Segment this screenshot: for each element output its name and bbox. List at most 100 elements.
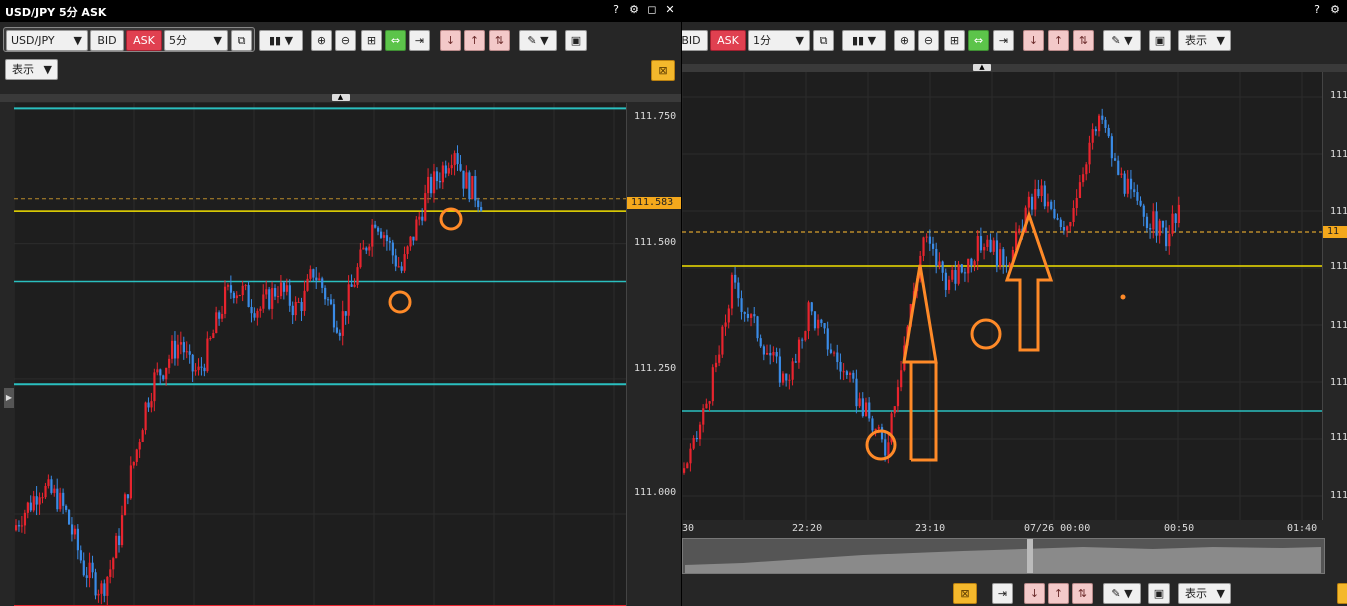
overview-navigator[interactable] — [682, 538, 1325, 574]
candle-body — [935, 248, 938, 266]
panel-toggle-icon[interactable]: ⊠ — [953, 583, 977, 604]
right-chart-window: ? ⚙ BID ASK 1分 ▼ ⧉ ▮▮ ▼ ⊕ ⊖ ⊞ ⇔ ⇥ ↓ ↑ ⇅ ✎… — [682, 0, 1347, 606]
display-menu-button-bottom[interactable]: 表示 ▼ — [1178, 583, 1231, 604]
link-window-icon[interactable]: ⧉ — [813, 30, 834, 51]
candle-body — [887, 442, 890, 456]
candle-body — [129, 465, 132, 499]
candle-body — [1034, 189, 1037, 210]
order-buy-icon[interactable]: ↓ — [1023, 30, 1044, 51]
scroll-end-icon[interactable]: ⇥ — [992, 583, 1013, 604]
candle-body — [1133, 189, 1136, 193]
left-sidebar-handle[interactable]: ▶ — [4, 388, 14, 408]
left-chart-canvas[interactable] — [13, 103, 626, 606]
candle-body — [312, 269, 315, 278]
panel-toggle-icon-right[interactable] — [1337, 583, 1347, 604]
timeframe-select[interactable]: 1分 ▼ — [748, 30, 810, 51]
right-chart-canvas[interactable] — [682, 72, 1322, 520]
candle-body — [1091, 129, 1094, 143]
candle-body — [807, 302, 810, 332]
screenshot-icon[interactable]: ▣ — [565, 30, 587, 51]
scroll-end-icon[interactable]: ⇥ — [993, 30, 1014, 51]
draw-tool-select[interactable]: ✎ ▼ — [1103, 583, 1141, 604]
left-price-chart[interactable] — [13, 103, 626, 606]
scroll-end-icon[interactable]: ⇥ — [409, 30, 430, 51]
candle-body — [88, 562, 91, 578]
price-tick: 111 — [1330, 320, 1347, 331]
order-sell-icon[interactable]: ↑ — [464, 30, 485, 51]
zoom-in-icon[interactable]: ⊕ — [894, 30, 915, 51]
draw-tool-select[interactable]: ✎ ▼ — [1103, 30, 1141, 51]
screenshot-icon[interactable]: ▣ — [1149, 30, 1171, 51]
restore-icon[interactable]: ◻ — [646, 3, 658, 16]
candle-body — [986, 239, 989, 247]
candle-body — [820, 319, 823, 324]
help-icon[interactable]: ? — [1311, 3, 1323, 16]
right-titlebar: ? ⚙ — [682, 0, 1347, 22]
draw-tool-select[interactable]: ✎ ▼ — [519, 30, 557, 51]
candle-body — [262, 294, 265, 309]
left-price-axis: 111.750 111.500 111.250 111.000 111.583 — [626, 103, 681, 606]
fit-width-icon[interactable]: ⇔ — [385, 30, 406, 51]
candle-body — [932, 243, 935, 249]
candle-body — [1059, 219, 1062, 228]
gear-icon[interactable]: ⚙ — [1329, 3, 1341, 16]
timeframe-value: 5分 — [169, 34, 187, 47]
candle-body — [147, 402, 150, 408]
order-sell-icon[interactable]: ↑ — [1048, 30, 1069, 51]
chart-type-select[interactable]: ▮▮ ▼ — [842, 30, 886, 51]
order-settle-icon[interactable]: ⇅ — [1073, 30, 1094, 51]
help-icon[interactable]: ? — [610, 3, 622, 16]
candle-body — [1123, 173, 1126, 194]
right-price-chart[interactable] — [682, 72, 1322, 520]
candle-body — [1098, 115, 1101, 132]
grid-icon[interactable]: ⊞ — [944, 30, 965, 51]
close-icon[interactable]: ✕ — [664, 3, 676, 16]
navigator-handle[interactable] — [1027, 539, 1033, 573]
zoom-out-icon[interactable]: ⊖ — [335, 30, 356, 51]
fit-width-icon[interactable]: ⇔ — [968, 30, 989, 51]
display-menu-button[interactable]: 表示 ▼ — [1178, 30, 1231, 51]
candle-body — [852, 372, 855, 379]
candle-body — [1043, 185, 1046, 207]
candle-body — [203, 367, 206, 372]
right-collapse-strip[interactable]: ▲ — [682, 64, 1347, 72]
zoom-in-icon[interactable]: ⊕ — [311, 30, 332, 51]
candle-body — [265, 289, 268, 295]
timeframe-select[interactable]: 5分 ▼ — [164, 30, 228, 51]
panel-toggle-icon[interactable]: ⊠ — [651, 60, 675, 81]
ask-button[interactable]: ASK — [126, 30, 162, 51]
candle-body — [56, 488, 59, 510]
gear-icon[interactable]: ⚙ — [628, 3, 640, 16]
order-buy-icon[interactable]: ↓ — [1024, 583, 1045, 604]
pen-icon: ✎ — [1111, 587, 1121, 600]
candle-body — [76, 528, 80, 551]
bid-button[interactable]: BID — [90, 30, 124, 51]
candle-body — [746, 313, 750, 318]
symbol-select[interactable]: USD/JPY ▼ — [6, 30, 88, 51]
candle-body — [335, 327, 339, 333]
candle-body — [979, 236, 983, 251]
bid-button[interactable]: BID — [682, 30, 708, 51]
candle-body — [191, 354, 194, 372]
candle-body — [772, 351, 775, 356]
display-menu-button[interactable]: 表示 ▼ — [5, 59, 58, 80]
order-buy-icon[interactable]: ↓ — [440, 30, 461, 51]
zoom-out-icon[interactable]: ⊖ — [918, 30, 939, 51]
time-tick: 01:40 — [1287, 523, 1318, 534]
order-settle-icon[interactable]: ⇅ — [1072, 583, 1093, 604]
grid-icon[interactable]: ⊞ — [361, 30, 382, 51]
order-sell-icon[interactable]: ↑ — [1048, 583, 1069, 604]
order-settle-icon[interactable]: ⇅ — [489, 30, 510, 51]
candle-body — [332, 304, 336, 328]
left-collapse-strip[interactable]: ▲ — [0, 94, 681, 102]
ask-button[interactable]: ASK — [710, 30, 746, 51]
candle-body — [750, 314, 753, 318]
right-window-controls: ? ⚙ — [1311, 3, 1341, 16]
chevron-down-icon: ▼ — [1124, 587, 1133, 600]
candle-body — [85, 575, 88, 578]
link-window-icon[interactable]: ⧉ — [231, 30, 252, 51]
chart-type-select[interactable]: ▮▮ ▼ — [259, 30, 303, 51]
screenshot-icon[interactable]: ▣ — [1148, 583, 1170, 604]
candle-body — [1056, 218, 1059, 220]
candle-body — [1027, 196, 1030, 208]
